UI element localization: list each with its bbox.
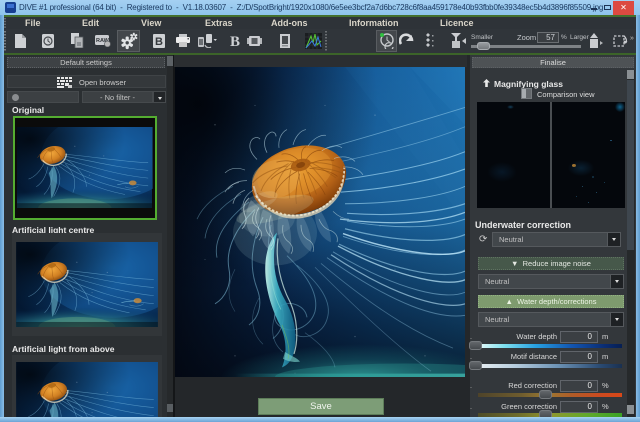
svg-text:B: B (230, 34, 240, 48)
svg-text:B: B (155, 36, 163, 48)
